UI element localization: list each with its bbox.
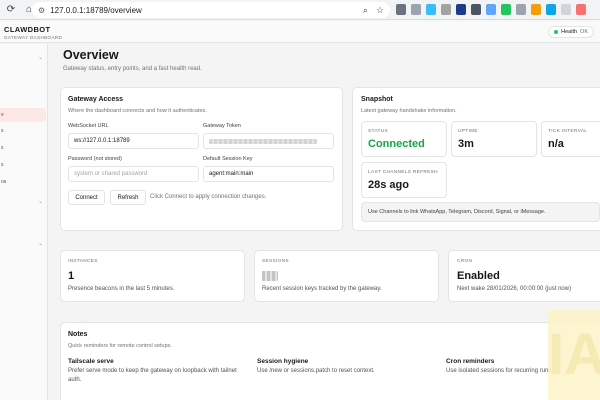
sidebar-group-chevron-icon[interactable]: ⌄	[38, 198, 43, 205]
page-subtitle: Gateway status, entry points, and a fast…	[63, 66, 202, 72]
browser-extension-icon[interactable]	[396, 4, 406, 15]
status-label: STATUS	[368, 129, 389, 134]
connect-button[interactable]: Connect	[68, 190, 105, 205]
websocket-url-input[interactable]: ws://127.0.0.1:18789	[68, 133, 199, 149]
last-refresh-label: LAST CHANNELS REFRESH	[368, 170, 438, 175]
tick-interval-stat: TICK INTERVAL n/a	[541, 121, 600, 157]
snapshot-title: Snapshot	[361, 96, 393, 103]
health-status: OK	[580, 29, 588, 35]
brand-subtitle: GATEWAY DASHBOARD	[4, 35, 63, 40]
browser-extension-icon[interactable]	[516, 4, 526, 15]
sessions-subtitle: Recent session keys tracked by the gatew…	[262, 286, 382, 292]
extensions-bar	[396, 4, 586, 15]
uptime-label: UPTIME	[458, 129, 478, 134]
instances-subtitle: Presence beacons in the last 5 minutes.	[68, 286, 175, 292]
browser-extension-icon[interactable]	[501, 4, 511, 15]
uptime-stat: UPTIME 3m	[451, 121, 537, 157]
websocket-url-value: ws://127.0.0.1:18789	[74, 138, 130, 144]
notes-title: Notes	[68, 331, 88, 338]
bookmark-star-icon[interactable]: ☆	[376, 5, 384, 16]
browser-toolbar: ⟳ ⌂ ⚙ 127.0.0.1:18789/overview ⌕ ☆	[0, 0, 600, 20]
site-info-icon[interactable]: ⚙	[38, 6, 45, 15]
instances-label: INSTANCES	[68, 259, 98, 264]
password-placeholder: system or shared password	[74, 171, 148, 177]
status-stat: STATUS Connected	[361, 121, 447, 157]
gateway-access-subtitle: Where the dashboard connects and how it …	[68, 108, 207, 114]
browser-extension-icon[interactable]	[531, 4, 541, 15]
session-key-value: agent:main:main	[209, 171, 254, 177]
browser-extension-icon[interactable]	[426, 4, 436, 15]
instances-value: 1	[68, 270, 75, 282]
sidebar-item-sessions[interactable]: s	[0, 158, 46, 172]
brand: CLAWDBOT GATEWAY DASHBOARD	[4, 25, 62, 40]
zoom-icon[interactable]: ⌕	[363, 5, 368, 16]
cron-value: Enabled	[457, 270, 500, 282]
gateway-token-label: Gateway Token	[203, 123, 241, 129]
reload-icon[interactable]: ⟳	[4, 3, 18, 17]
sidebar-item-label: s	[1, 162, 4, 168]
app-header: CLAWDBOT GATEWAY DASHBOARD Health OK	[0, 21, 600, 43]
sidebar-item-channels[interactable]: s	[0, 124, 46, 138]
session-key-input[interactable]: agent:main:main	[203, 166, 334, 182]
browser-extension-icon[interactable]	[576, 4, 586, 15]
note-text: Prefer serve mode to keep the gateway on…	[68, 368, 237, 383]
snapshot-subtitle: Latest gateway handshake information.	[361, 108, 457, 114]
note-title: Tailscale serve	[68, 358, 114, 365]
sidebar-item-label: s	[1, 128, 4, 134]
notes-subtitle: Quick reminders for remote control setup…	[68, 343, 172, 349]
last-refresh-value: 28s ago	[368, 179, 409, 191]
password-input[interactable]: system or shared password	[68, 166, 199, 182]
note-title: Cron reminders	[446, 358, 495, 365]
page-title: Overview	[63, 48, 119, 62]
sidebar-group-chevron-icon[interactable]: ⌄	[38, 240, 43, 247]
instances-card	[60, 250, 245, 302]
redacted-token	[209, 138, 317, 144]
sidebar-item-label: s	[1, 145, 4, 151]
notes-card	[60, 322, 600, 400]
cron-label: CRON	[457, 259, 473, 264]
brand-title: CLAWDBOT	[4, 25, 51, 34]
health-label: Health	[561, 29, 578, 35]
url-text: 127.0.0.1:18789/overview	[50, 5, 142, 15]
note-title: Session hygiene	[257, 358, 309, 365]
sessions-label: SESSIONS	[262, 259, 289, 264]
channels-info-callout: Use Channels to link WhatsApp, Telegram,…	[361, 202, 600, 222]
note-text: Use /new or sessions.patch to reset cont…	[257, 368, 375, 374]
sidebar-item-instances[interactable]: s	[0, 141, 46, 155]
tick-interval-value: n/a	[548, 138, 564, 150]
browser-extension-icon[interactable]	[441, 4, 451, 15]
channels-info-text: Use Channels to link WhatsApp, Telegram,…	[368, 209, 546, 215]
password-label: Password (not stored)	[68, 156, 122, 162]
watermark-text: IA	[548, 322, 600, 387]
sidebar-item-label: os	[1, 179, 7, 185]
browser-extension-icon[interactable]	[561, 4, 571, 15]
browser-extension-icon[interactable]	[411, 4, 421, 15]
sidebar-item-cron-jobs[interactable]: os	[0, 175, 46, 189]
sidebar: ⌄ e s s s os ⌄ ⌄	[0, 44, 48, 400]
connect-hint: Click Connect to apply connection change…	[150, 194, 267, 200]
health-badge: Health OK	[548, 26, 594, 38]
browser-extension-icon[interactable]	[486, 4, 496, 15]
status-value: Connected	[368, 138, 425, 150]
sidebar-item-label: e	[1, 112, 4, 118]
websocket-url-label: WebSocket URL	[68, 123, 109, 129]
browser-extension-icon[interactable]	[456, 4, 466, 15]
last-refresh-stat: LAST CHANNELS REFRESH 28s ago	[361, 162, 447, 198]
gateway-access-title: Gateway Access	[68, 96, 123, 103]
cron-subtitle: Next wake 28/01/2026, 00:00:00 (just now…	[457, 286, 572, 292]
browser-extension-icon[interactable]	[471, 4, 481, 15]
sidebar-group-chevron-icon[interactable]: ⌄	[38, 54, 43, 61]
tick-interval-label: TICK INTERVAL	[548, 129, 588, 134]
address-bar[interactable]: ⚙ 127.0.0.1:18789/overview ⌕ ☆	[32, 2, 390, 18]
gateway-token-input[interactable]	[203, 133, 334, 149]
sessions-card	[254, 250, 439, 302]
health-dot-icon	[554, 30, 559, 34]
session-key-label: Default Session Key	[203, 156, 253, 162]
browser-extension-icon[interactable]	[546, 4, 556, 15]
refresh-button[interactable]: Refresh	[110, 190, 146, 205]
watermark-logo: IA	[548, 310, 600, 400]
sessions-value-redacted	[262, 271, 278, 281]
uptime-value: 3m	[458, 138, 474, 150]
sidebar-item-overview[interactable]: e	[0, 108, 46, 122]
